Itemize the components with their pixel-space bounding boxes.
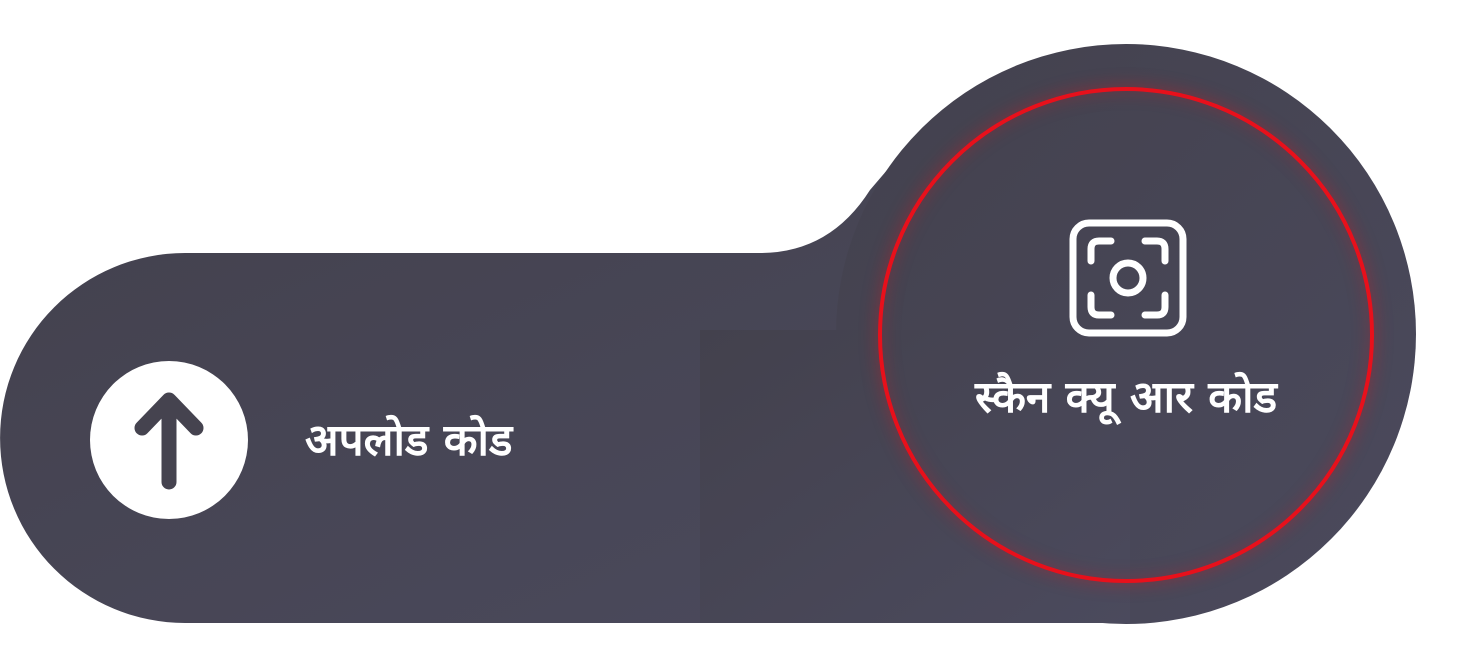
scan-qr-code-label: स्कैन क्यू आर कोड	[974, 372, 1278, 423]
camera-scan-icon	[1069, 219, 1187, 337]
upload-code-label: अपलोड कोड	[305, 415, 513, 466]
upload-icon-circle[interactable]	[90, 361, 248, 519]
arrow-up-icon	[134, 392, 204, 490]
code-action-panel: अपलोड कोड स्कैन क्यू आर कोड	[0, 0, 1461, 668]
